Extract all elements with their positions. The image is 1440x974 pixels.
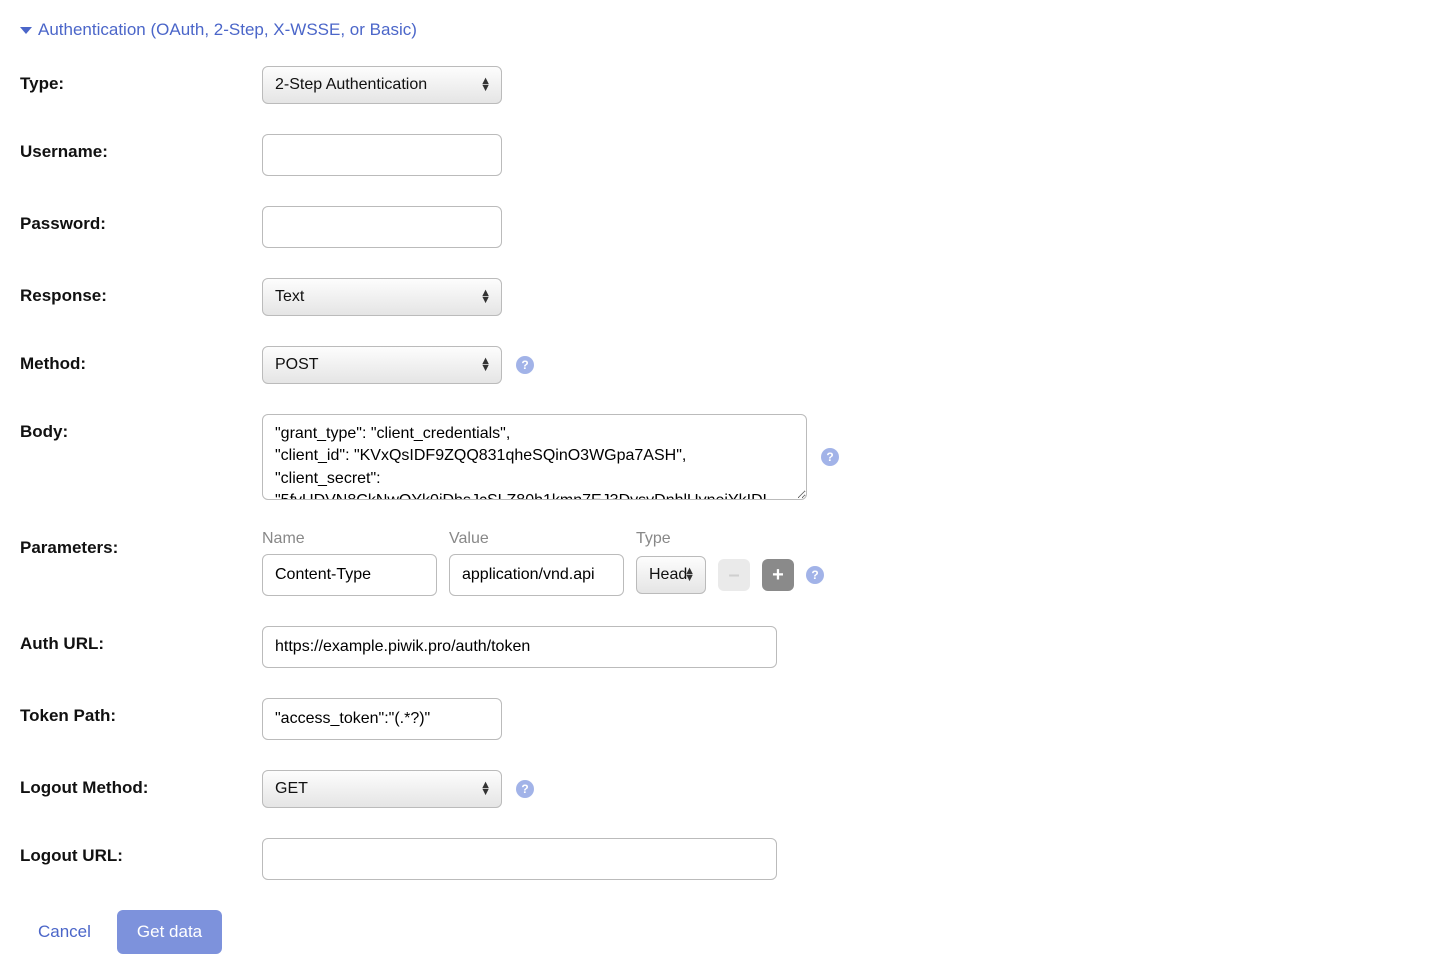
token-path-label: Token Path: <box>20 698 262 726</box>
param-header-type: Type <box>636 530 706 548</box>
logout-method-value: GET <box>275 780 308 798</box>
param-value-input[interactable] <box>449 554 624 596</box>
param-row: Head ▲▼ – + ? <box>262 554 824 596</box>
response-select[interactable]: Text ▲▼ <box>262 278 502 316</box>
get-data-button[interactable]: Get data <box>117 910 222 954</box>
username-label: Username: <box>20 134 262 162</box>
param-type-select[interactable]: Head ▲▼ <box>636 556 706 594</box>
response-label: Response: <box>20 278 262 306</box>
logout-method-label: Logout Method: <box>20 770 262 798</box>
type-select-value: 2-Step Authentication <box>275 76 427 94</box>
params-help-icon[interactable]: ? <box>806 566 824 584</box>
username-input[interactable] <box>262 134 502 176</box>
body-textarea[interactable] <box>262 414 807 500</box>
add-param-button[interactable]: + <box>762 559 794 591</box>
section-title: Authentication (OAuth, 2-Step, X-WSSE, o… <box>38 20 417 40</box>
auth-url-label: Auth URL: <box>20 626 262 654</box>
param-type-value: Head <box>649 566 687 584</box>
cancel-button[interactable]: Cancel <box>38 922 91 942</box>
auth-url-input[interactable] <box>262 626 777 668</box>
method-help-icon[interactable]: ? <box>516 356 534 374</box>
logout-method-select[interactable]: GET ▲▼ <box>262 770 502 808</box>
updown-icon: ▲▼ <box>480 78 491 92</box>
body-help-icon[interactable]: ? <box>821 448 839 466</box>
password-input[interactable] <box>262 206 502 248</box>
body-label: Body: <box>20 414 262 442</box>
logout-url-label: Logout URL: <box>20 838 262 866</box>
method-select[interactable]: POST ▲▼ <box>262 346 502 384</box>
remove-param-button: – <box>718 559 750 591</box>
auth-section-header[interactable]: Authentication (OAuth, 2-Step, X-WSSE, o… <box>20 20 1420 40</box>
param-header-name: Name <box>262 530 437 548</box>
updown-icon: ▲▼ <box>480 782 491 796</box>
updown-icon: ▲▼ <box>480 290 491 304</box>
parameters-label: Parameters: <box>20 530 262 558</box>
logout-method-help-icon[interactable]: ? <box>516 780 534 798</box>
token-path-input[interactable] <box>262 698 502 740</box>
response-select-value: Text <box>275 288 304 306</box>
type-select[interactable]: 2-Step Authentication ▲▼ <box>262 66 502 104</box>
chevron-down-icon <box>20 27 32 34</box>
updown-icon: ▲▼ <box>480 358 491 372</box>
param-header-value: Value <box>449 530 624 548</box>
method-select-value: POST <box>275 356 319 374</box>
method-label: Method: <box>20 346 262 374</box>
param-name-input[interactable] <box>262 554 437 596</box>
logout-url-input[interactable] <box>262 838 777 880</box>
type-label: Type: <box>20 66 262 94</box>
password-label: Password: <box>20 206 262 234</box>
